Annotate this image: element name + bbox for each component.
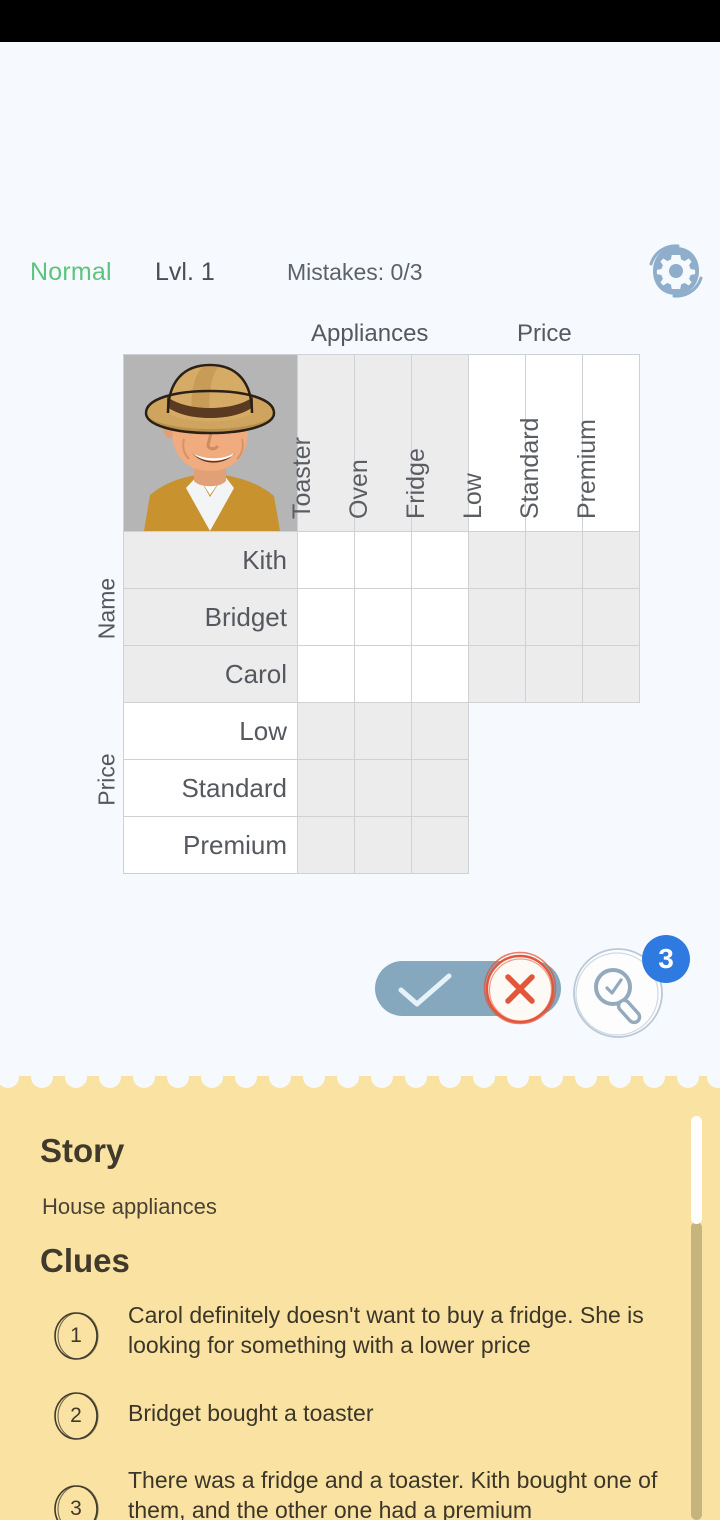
puzzle-grid: Toaster Oven Fridge Low Standard Premium… (123, 354, 640, 874)
story-clues-panel: Story House appliances Clues 1 Carol def… (0, 1076, 720, 1520)
grid-cell[interactable] (354, 816, 412, 874)
column-header-label: Oven (345, 459, 373, 519)
grid-cell[interactable] (297, 759, 355, 817)
grid-cell[interactable] (297, 702, 355, 760)
avatar-cell (123, 354, 298, 532)
clue-number-circle-icon: 1 (52, 1310, 100, 1362)
mistakes-counter: Mistakes: 0/3 (287, 259, 423, 285)
column-header-label: Low (459, 473, 487, 519)
column-header-label: Toaster (288, 437, 316, 519)
grid-cell[interactable] (582, 531, 640, 589)
grid-cell[interactable] (582, 588, 640, 646)
grid-cell[interactable] (297, 645, 355, 703)
grid-cell[interactable] (525, 588, 583, 646)
grid-cell[interactable] (468, 645, 526, 703)
grid-row-premium: Premium (123, 816, 640, 874)
x-circle-icon (480, 949, 560, 1029)
grid-row-low: Low (123, 702, 640, 760)
clues-scrollbar-track[interactable] (691, 1222, 702, 1520)
grid-cell[interactable] (354, 759, 412, 817)
hint-count-badge: 3 (642, 935, 690, 983)
status-bar (0, 0, 720, 42)
row-header-premium[interactable]: Premium (123, 816, 298, 874)
row-group-label-name: Name (93, 577, 120, 640)
grid-cell[interactable] (411, 816, 469, 874)
scalloped-edge-decoration (0, 1076, 720, 1090)
clues-scrollbar-thumb[interactable] (691, 1116, 702, 1224)
clue-number: 2 (70, 1404, 82, 1427)
clue-number-circle-icon: 3 (52, 1483, 100, 1520)
grid-cell-blank (583, 703, 640, 760)
story-text: House appliances (42, 1194, 217, 1219)
grid-cell[interactable] (354, 702, 412, 760)
category-caption-appliances: Appliances (311, 320, 429, 347)
grid-cell[interactable] (468, 531, 526, 589)
row-header-low[interactable]: Low (123, 702, 298, 760)
level-label: Lvl. 1 (155, 258, 215, 286)
clue-text: Carol definitely doesn't want to buy a f… (128, 1302, 644, 1358)
clue-text: There was a fridge and a toaster. Kith b… (128, 1467, 658, 1520)
story-heading: Story (40, 1132, 125, 1169)
grid-cell-blank (526, 760, 583, 817)
category-caption-price: Price (517, 320, 572, 347)
row-header-carol[interactable]: Carol (123, 645, 298, 703)
column-header-label: Fridge (402, 448, 430, 519)
grid-cell[interactable] (354, 588, 412, 646)
grid-cell[interactable] (354, 531, 412, 589)
grid-cell[interactable] (468, 588, 526, 646)
grid-cell-blank (583, 760, 640, 817)
row-header-bridget[interactable]: Bridget (123, 588, 298, 646)
grid-cell-blank (469, 703, 526, 760)
grid-cell-blank (526, 817, 583, 874)
column-header-label: Standard (516, 417, 544, 519)
clue-text: Bridget bought a toaster (128, 1400, 374, 1426)
gear-icon (645, 240, 707, 302)
difficulty-label: Normal (30, 258, 112, 286)
row-header-standard[interactable]: Standard (123, 759, 298, 817)
grid-cell-blank (469, 817, 526, 874)
grid-cell[interactable] (411, 531, 469, 589)
grid-row-standard: Standard (123, 759, 640, 817)
clues-heading: Clues (40, 1242, 130, 1279)
grid-cell-blank (583, 817, 640, 874)
clue-number: 3 (70, 1497, 82, 1520)
action-bar: 3 (370, 925, 690, 1038)
grid-cell[interactable] (297, 531, 355, 589)
grid-cell[interactable] (411, 588, 469, 646)
clue-number-circle-icon: 2 (52, 1390, 100, 1442)
grid-cell[interactable] (411, 702, 469, 760)
grid-header-row: Toaster Oven Fridge Low Standard Premium (123, 354, 640, 532)
grid-cell[interactable] (525, 645, 583, 703)
hud-bar: Normal Lvl. 1 Mistakes: 0/3 (0, 252, 720, 292)
row-group-label-price: Price (93, 753, 120, 806)
grid-cell-blank (469, 760, 526, 817)
grid-cell[interactable] (297, 816, 355, 874)
column-header-label: Premium (573, 418, 601, 519)
grid-cell[interactable] (354, 645, 412, 703)
detective-avatar-icon (124, 355, 297, 531)
mark-wrong-button[interactable] (480, 949, 560, 1029)
grid-cell[interactable] (411, 759, 469, 817)
grid-row-carol: Carol (123, 645, 640, 703)
clue-number: 1 (70, 1324, 82, 1347)
settings-button[interactable] (645, 240, 707, 302)
grid-cell[interactable] (525, 531, 583, 589)
game-screen: Normal Lvl. 1 Mistakes: 0/3 Appliances P… (0, 0, 720, 1520)
grid-cell-blank (526, 703, 583, 760)
column-header-premium[interactable]: Premium (573, 354, 640, 532)
grid-cell[interactable] (411, 645, 469, 703)
row-header-kith[interactable]: Kith (123, 531, 298, 589)
grid-cell[interactable] (582, 645, 640, 703)
grid-row-bridget: Bridget (123, 588, 640, 646)
grid-row-kith: Kith (123, 531, 640, 589)
grid-cell[interactable] (297, 588, 355, 646)
